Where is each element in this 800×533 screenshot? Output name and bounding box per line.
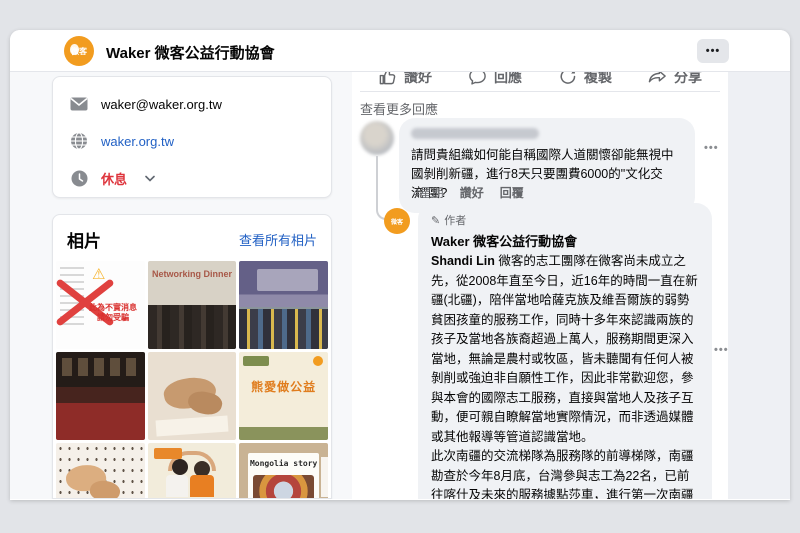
- comment-meta-row: 4星期 讚好 回覆: [413, 184, 524, 201]
- author-badge: ✎ 作者: [431, 212, 699, 228]
- logo-text: 微客: [391, 217, 403, 226]
- contact-info-card: waker@waker.org.tw waker.org.tw 休息: [52, 76, 332, 198]
- copy-button[interactable]: 複製: [540, 72, 630, 87]
- reply-text: Shandi Lin 微客的志工團隊在微客尚未成立之先，從2008年直至今日，近…: [431, 252, 699, 499]
- like-button[interactable]: 讚好: [360, 72, 450, 87]
- right-background-panel: [728, 72, 790, 499]
- photos-title: 相片: [67, 227, 101, 252]
- photo-conference-group[interactable]: [239, 261, 328, 349]
- photo-decoration: [243, 356, 269, 366]
- photo-decoration: [253, 475, 314, 499]
- reply-options-button[interactable]: •••: [714, 344, 728, 356]
- page-title: Waker 微客公益行動協會: [106, 42, 275, 63]
- mention-link[interactable]: Shandi Lin: [431, 254, 495, 268]
- commenter-avatar[interactable]: [360, 121, 394, 155]
- photo-decoration: [239, 427, 328, 440]
- photo-decoration: [313, 356, 323, 366]
- photo-decoration: [62, 358, 139, 376]
- header-more-button[interactable]: •••: [697, 39, 729, 63]
- pencil-icon: ✎: [431, 214, 440, 227]
- thumbs-up-icon: [378, 72, 397, 86]
- reply-bubble: ✎ 作者 Waker 微客公益行動協會 Shandi Lin 微客的志工團隊在微…: [418, 203, 712, 499]
- reply-paragraph: Shandi Lin 微客的志工團隊在微客尚未成立之先，從2008年直至今日，近…: [431, 252, 699, 447]
- hours-row[interactable]: 休息: [69, 165, 315, 191]
- globe-icon: [69, 131, 89, 151]
- author-badge-label: 作者: [444, 212, 466, 228]
- page-header: 微客 Waker 微客公益行動協會 •••: [10, 30, 790, 72]
- photo-decoration: [154, 448, 182, 459]
- photos-header: 相片 查看所有相片: [53, 215, 331, 261]
- view-more-comments-link[interactable]: 查看更多回應: [360, 99, 438, 118]
- comment-button-label: 回應: [494, 72, 522, 87]
- reply-thread-connector: [376, 156, 387, 220]
- website-row: waker.org.tw: [69, 128, 315, 154]
- comment-options-button[interactable]: •••: [704, 142, 719, 154]
- waker-logo[interactable]: 微客: [64, 36, 94, 66]
- photo-overlay-text: Mongolia story: [239, 459, 328, 468]
- photo-mongolia-story[interactable]: Mongolia story: [239, 443, 328, 499]
- comment-reply-link[interactable]: 回覆: [500, 184, 524, 201]
- copy-link-icon: [558, 72, 577, 86]
- comment-button[interactable]: 回應: [450, 72, 540, 87]
- photo-overlay-text: 熊愛做公益: [239, 378, 328, 395]
- commenter-name-redacted: [411, 128, 539, 139]
- website-link[interactable]: waker.org.tw: [101, 134, 174, 149]
- dialog-body: waker@waker.org.tw waker.org.tw 休息: [10, 72, 790, 499]
- share-button[interactable]: 分享: [630, 72, 720, 87]
- hours-status: 休息: [101, 169, 127, 188]
- photo-wood-puzzle[interactable]: [148, 352, 237, 440]
- page-dialog: 微客 Waker 微客公益行動協會 ••• waker@waker.org.tw…: [10, 30, 790, 500]
- photo-decoration: [155, 416, 228, 437]
- chevron-down-icon: [145, 169, 155, 187]
- envelope-icon: [69, 94, 89, 114]
- email-value: waker@waker.org.tw: [101, 97, 222, 112]
- logo-bird-icon: [70, 44, 79, 55]
- see-all-photos-link[interactable]: 查看所有相片: [239, 230, 317, 249]
- photo-stage-event[interactable]: [56, 352, 145, 440]
- photo-pegboard-figures[interactable]: [56, 443, 145, 499]
- reply-author-name[interactable]: Waker 微客公益行動協會: [431, 231, 699, 250]
- comment-timestamp[interactable]: 4星期: [413, 184, 444, 201]
- photo-decoration: [257, 269, 318, 291]
- photo-scam-alert[interactable]: ⚠ 此為不實消息 請勿受騙: [56, 261, 145, 349]
- share-button-label: 分享: [674, 72, 702, 87]
- reply-author-avatar[interactable]: 微客: [384, 208, 410, 234]
- ellipsis-icon: •••: [706, 45, 721, 57]
- photo-decoration: [172, 459, 188, 475]
- reply-paragraph: 此次南疆的交流梯隊為服務隊的前導梯隊，南疆勘查於今年8月底，台灣參與志工為22名…: [431, 447, 699, 499]
- photo-networking-dinner[interactable]: Networking Dinner: [148, 261, 237, 349]
- comment-icon: [468, 72, 487, 86]
- clock-icon: [69, 168, 89, 188]
- post-comments-column: 讚好 回應 複製 分享 查看更多回應 請問: [352, 72, 728, 499]
- photo-bear-charity-poster[interactable]: 熊愛做公益: [239, 352, 328, 440]
- photo-decoration: [166, 475, 188, 497]
- copy-button-label: 複製: [584, 72, 612, 87]
- photo-decoration: [239, 309, 328, 349]
- photo-decoration: [148, 305, 237, 349]
- reply-paragraph-text: 微客的志工團隊在微客尚未成立之先，從2008年直至今日，近16年的時間一直在新疆…: [431, 254, 698, 444]
- email-row: waker@waker.org.tw: [69, 91, 315, 117]
- warning-icon: ⚠: [92, 265, 105, 283]
- photo-overlay-text: Networking Dinner: [148, 269, 237, 279]
- share-icon: [648, 72, 667, 86]
- photo-overlay-text: 此為不實消息 請勿受騙: [84, 303, 142, 323]
- comment-like-link[interactable]: 讚好: [460, 184, 484, 201]
- photo-decoration: [190, 475, 214, 497]
- photo-heart-pose-poster[interactable]: [148, 443, 237, 499]
- like-button-label: 讚好: [404, 72, 432, 87]
- photos-card: 相片 查看所有相片 ⚠ 此為不實消息 請勿受騙 Networking Dinne…: [52, 214, 332, 499]
- post-action-bar: 讚好 回應 複製 分享: [360, 72, 720, 92]
- photos-grid: ⚠ 此為不實消息 請勿受騙 Networking Dinner: [53, 261, 331, 499]
